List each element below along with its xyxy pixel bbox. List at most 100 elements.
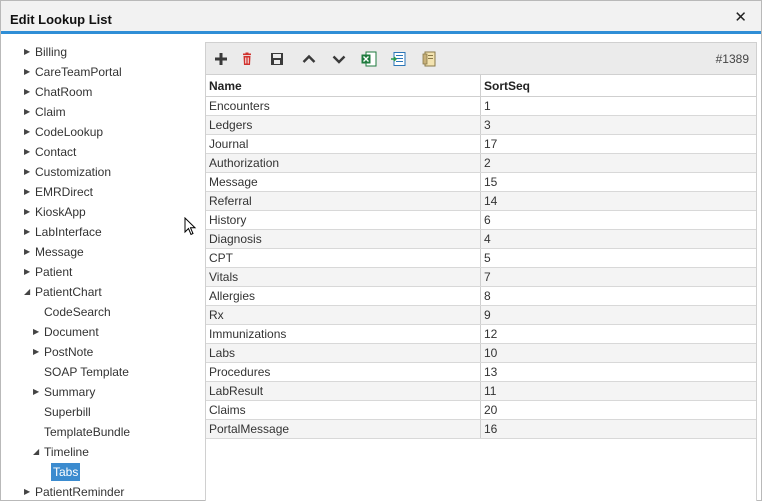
cell-name[interactable]: Immunizations [206, 325, 481, 343]
collapsed-arrow-icon[interactable]: ▶ [33, 383, 44, 401]
collapsed-arrow-icon[interactable]: ▶ [24, 143, 35, 161]
cell-name[interactable]: Authorization [206, 154, 481, 172]
collapsed-arrow-icon[interactable]: ▶ [24, 103, 35, 121]
cell-sortseq[interactable]: 14 [481, 192, 756, 210]
tree-item[interactable]: ▶ Patient [24, 263, 72, 281]
tree-item[interactable]: CodeSearch [33, 303, 111, 321]
tree-item[interactable]: ▶ Claim [24, 103, 66, 121]
cell-name[interactable]: History [206, 211, 481, 229]
collapsed-arrow-icon[interactable]: ▶ [24, 63, 35, 81]
cell-sortseq[interactable]: 7 [481, 268, 756, 286]
collapsed-arrow-icon[interactable]: ▶ [24, 83, 35, 101]
table-row[interactable]: PortalMessage 16 [206, 420, 756, 439]
delete-icon[interactable] [238, 50, 256, 68]
collapsed-arrow-icon[interactable]: ▶ [24, 483, 35, 501]
tree-item[interactable]: ◢ Timeline [33, 443, 89, 461]
save-icon[interactable] [268, 50, 286, 68]
tree-item[interactable]: SOAP Template [33, 363, 129, 381]
cell-name[interactable]: Vitals [206, 268, 481, 286]
cell-sortseq[interactable]: 3 [481, 116, 756, 134]
close-icon[interactable]: ✕ [734, 10, 747, 25]
cell-sortseq[interactable]: 20 [481, 401, 756, 419]
cell-name[interactable]: Procedures [206, 363, 481, 381]
tree-item[interactable]: ▶ Summary [33, 383, 95, 401]
cell-name[interactable]: Claims [206, 401, 481, 419]
tree-item[interactable]: ▶ CareTeamPortal [24, 63, 122, 81]
tree-item[interactable]: ▶ Contact [24, 143, 76, 161]
cell-name[interactable]: Rx [206, 306, 481, 324]
column-header-name[interactable]: Name [206, 75, 481, 96]
export-excel-icon[interactable] [360, 50, 378, 68]
collapsed-arrow-icon[interactable]: ▶ [24, 263, 35, 281]
table-row[interactable]: History 6 [206, 211, 756, 230]
tree-item[interactable]: ▶ CodeLookup [24, 123, 103, 141]
cell-sortseq[interactable]: 9 [481, 306, 756, 324]
collapsed-arrow-icon[interactable]: ▶ [24, 163, 35, 181]
cell-sortseq[interactable]: 13 [481, 363, 756, 381]
table-row[interactable]: LabResult 11 [206, 382, 756, 401]
table-row[interactable]: Labs 10 [206, 344, 756, 363]
collapsed-arrow-icon[interactable]: ▶ [24, 223, 35, 241]
table-row[interactable]: Diagnosis 4 [206, 230, 756, 249]
tree-item[interactable]: ▶ Billing [24, 43, 67, 61]
cell-sortseq[interactable]: 5 [481, 249, 756, 267]
table-row[interactable]: Message 15 [206, 173, 756, 192]
tree-item[interactable]: ▶ ChatRoom [24, 83, 92, 101]
cell-name[interactable]: Diagnosis [206, 230, 481, 248]
cell-name[interactable]: PortalMessage [206, 420, 481, 438]
table-row[interactable]: Allergies 8 [206, 287, 756, 306]
tree-item[interactable]: TemplateBundle [33, 423, 130, 441]
collapsed-arrow-icon[interactable]: ▶ [24, 43, 35, 61]
cell-sortseq[interactable]: 8 [481, 287, 756, 305]
report-icon[interactable] [420, 50, 438, 68]
move-up-icon[interactable] [300, 50, 318, 68]
cell-name[interactable]: Journal [206, 135, 481, 153]
import-icon[interactable] [390, 50, 408, 68]
table-row[interactable]: Vitals 7 [206, 268, 756, 287]
cell-sortseq[interactable]: 4 [481, 230, 756, 248]
table-row[interactable]: Procedures 13 [206, 363, 756, 382]
cell-sortseq[interactable]: 12 [481, 325, 756, 343]
collapsed-arrow-icon[interactable]: ▶ [24, 183, 35, 201]
tree-item[interactable]: Superbill [33, 403, 91, 421]
table-row[interactable]: Referral 14 [206, 192, 756, 211]
cell-name[interactable]: Encounters [206, 97, 481, 115]
collapsed-arrow-icon[interactable]: ▶ [24, 123, 35, 141]
expanded-arrow-icon[interactable]: ◢ [24, 283, 35, 301]
tree-item[interactable]: ▶ PostNote [33, 343, 93, 361]
table-row[interactable]: Claims 20 [206, 401, 756, 420]
cell-sortseq[interactable]: 10 [481, 344, 756, 362]
cell-name[interactable]: Labs [206, 344, 481, 362]
tree-item[interactable]: ▶ PatientReminder [24, 483, 124, 501]
table-row[interactable]: Rx 9 [206, 306, 756, 325]
tree-item[interactable]: ▶ KioskApp [24, 203, 86, 221]
table-row[interactable]: Authorization 2 [206, 154, 756, 173]
cell-sortseq[interactable]: 16 [481, 420, 756, 438]
table-row[interactable]: CPT 5 [206, 249, 756, 268]
collapsed-arrow-icon[interactable]: ▶ [33, 343, 44, 361]
tree-item[interactable]: ▶ EMRDirect [24, 183, 93, 201]
cell-name[interactable]: CPT [206, 249, 481, 267]
tree-item[interactable]: ▶ Document [33, 323, 99, 341]
cell-name[interactable]: Allergies [206, 287, 481, 305]
expanded-arrow-icon[interactable]: ◢ [33, 443, 44, 461]
table-row[interactable]: Encounters 1 [206, 97, 756, 116]
tree-item[interactable]: Tabs [51, 463, 81, 481]
tree-item[interactable]: ▶ Message [24, 243, 84, 261]
collapsed-arrow-icon[interactable]: ▶ [24, 203, 35, 221]
move-down-icon[interactable] [330, 50, 348, 68]
table-row[interactable]: Journal 17 [206, 135, 756, 154]
tree-item[interactable]: ◢ PatientChart [24, 283, 102, 301]
table-row[interactable]: Ledgers 3 [206, 116, 756, 135]
add-icon[interactable] [212, 50, 230, 68]
cell-sortseq[interactable]: 17 [481, 135, 756, 153]
cell-sortseq[interactable]: 11 [481, 382, 756, 400]
collapsed-arrow-icon[interactable]: ▶ [33, 323, 44, 341]
column-header-sortseq[interactable]: SortSeq [481, 75, 756, 96]
cell-sortseq[interactable]: 1 [481, 97, 756, 115]
table-row[interactable]: Immunizations 12 [206, 325, 756, 344]
tree-item[interactable]: ▶ LabInterface [24, 223, 102, 241]
cell-name[interactable]: Referral [206, 192, 481, 210]
cell-sortseq[interactable]: 2 [481, 154, 756, 172]
cell-sortseq[interactable]: 15 [481, 173, 756, 191]
